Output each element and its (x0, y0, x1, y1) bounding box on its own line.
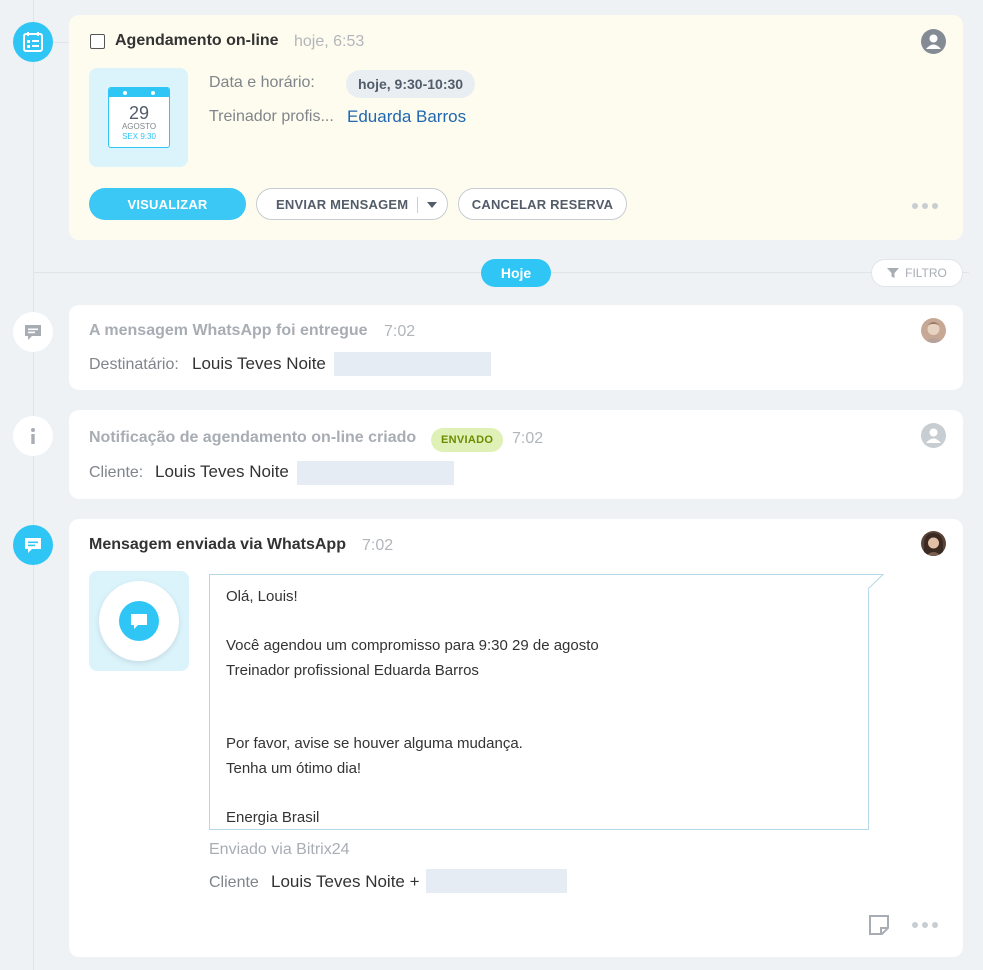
more-options-icon[interactable] (912, 203, 938, 209)
user-avatar-icon[interactable] (921, 423, 946, 448)
send-message-button[interactable]: ENVIAR MENSAGEM (256, 188, 448, 220)
calendar-month: AGOSTO (121, 122, 157, 131)
booking-time: hoje, 6:53 (294, 33, 365, 50)
notification-title: Notificação de agendamento on-line criad… (89, 429, 417, 446)
message-line (226, 683, 852, 708)
chevron-down-icon[interactable] (427, 202, 437, 208)
redacted-phone (426, 869, 567, 893)
notification-card (69, 410, 963, 499)
user-avatar[interactable] (921, 531, 946, 556)
sent-time: 7:02 (362, 537, 394, 554)
sent-via-text: Enviado via Bitrix24 (209, 841, 350, 858)
filter-label: FILTRO (905, 266, 947, 280)
calendar-icon (13, 22, 53, 62)
message-line (226, 610, 852, 635)
message-line: Você agendou um compromisso para 9:30 29… (226, 637, 599, 654)
message-line: Olá, Louis! (226, 588, 298, 605)
client-label: Cliente (209, 874, 259, 891)
whatsapp-delivered-card (69, 305, 963, 390)
recipient-value[interactable]: Louis Teves Noite (192, 354, 326, 374)
redacted-phone (297, 461, 454, 485)
message-bubble-icon (99, 581, 179, 661)
client-label: Cliente: (89, 464, 144, 481)
redacted-phone (334, 352, 491, 376)
message-line: Por favor, avise se houver alguma mudanç… (226, 735, 523, 752)
chat-icon (13, 312, 53, 352)
filter-icon (887, 268, 900, 278)
notification-time: 7:02 (512, 430, 544, 447)
delivered-time: 7:02 (384, 323, 416, 340)
booking-title: Agendamento on-line (115, 32, 279, 49)
calendar-sheet-icon: 29 AGOSTO SEX 9:30 (108, 87, 170, 148)
message-line (226, 781, 852, 806)
message-line: Energia Brasil (226, 808, 320, 826)
message-tail (867, 574, 885, 590)
connector (53, 42, 69, 43)
send-message-label: ENVIAR MENSAGEM (276, 196, 409, 212)
more-options-icon[interactable] (912, 922, 938, 928)
message-body: Olá, Louis! Você agendou um compromisso … (209, 574, 869, 830)
status-badge: ENVIADO (431, 428, 504, 452)
delivered-title: A mensagem WhatsApp foi entregue (89, 322, 368, 339)
trainer-label: Treinador profis... (209, 108, 334, 125)
date-value: hoje, 9:30-10:30 (346, 70, 476, 98)
complete-checkbox[interactable] (90, 34, 105, 49)
chat-icon (13, 525, 53, 565)
trainer-link[interactable]: Eduarda Barros (347, 107, 466, 127)
calendar-tile: 29 AGOSTO SEX 9:30 (89, 68, 188, 167)
filter-button[interactable]: FILTRO (871, 259, 963, 287)
recipient-label: Destinatário: (89, 356, 179, 373)
user-avatar[interactable] (921, 318, 946, 343)
user-avatar-icon[interactable] (921, 29, 946, 54)
cancel-booking-button[interactable]: CANCELAR RESERVA (458, 188, 627, 220)
calendar-weekday-time: SEX 9:30 (122, 132, 156, 141)
view-button[interactable]: VISUALIZAR (89, 188, 246, 220)
timeline-line (33, 0, 34, 970)
message-line: Tenha um ótimo dia! (226, 759, 362, 777)
client-value[interactable]: Louis Teves Noite (155, 462, 289, 482)
divider (417, 197, 418, 213)
today-marker: Hoje (481, 259, 551, 287)
note-icon[interactable] (868, 914, 890, 941)
message-line (226, 708, 852, 733)
whatsapp-channel-tile (89, 571, 189, 671)
client-value[interactable]: Louis Teves Noite + (271, 872, 420, 892)
info-icon (13, 416, 53, 456)
date-label: Data e horário: (209, 74, 315, 91)
message-line: Treinador profissional Eduarda Barros (226, 661, 479, 679)
calendar-day: 29 (128, 103, 150, 123)
sent-title: Mensagem enviada via WhatsApp (89, 536, 346, 553)
